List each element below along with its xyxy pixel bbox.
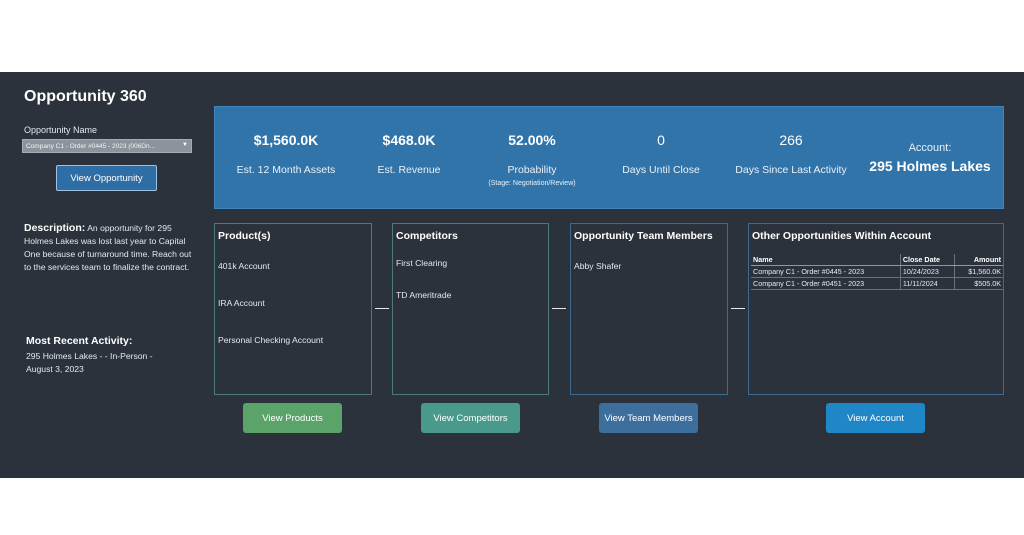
view-products-button[interactable]: View Products [243,403,342,433]
table-header-row: Name Close Date Amount [751,254,1003,266]
team-panel: Opportunity Team Members Abby Shafer [570,223,728,395]
competitors-panel: Competitors First Clearing TD Ameritrade [392,223,549,395]
kpi-days-until-close: 0 Days Until Close [599,107,723,210]
kpi-label: Est. Revenue [377,164,441,176]
opportunity-name-value: Company C1 - Order #0445 - 2023 (006Dn..… [26,142,155,150]
column-header-close-date: Close Date [900,254,956,266]
kpi-band: $1,560.0K Est. 12 Month Assets $468.0K E… [214,106,1004,209]
kpi-label: Days Since Last Activity [735,164,847,176]
description-label: Description: [24,222,86,234]
view-account-button[interactable]: View Account [826,403,925,433]
products-title: Product(s) [218,230,271,242]
kpi-label: Probability [507,164,557,176]
description: Description: An opportunity for 295 Holm… [24,222,196,274]
account-label: Account: [908,142,952,154]
other-opportunities-title: Other Opportunities Within Account [752,230,932,242]
cell-close-date: 10/24/2023 [900,265,956,278]
competitors-title: Competitors [396,230,458,242]
table-row[interactable]: Company C1 - Order #0445 - 2023 10/24/20… [751,265,1003,278]
connector-divider [375,308,389,309]
chevron-down-icon[interactable]: ▼ [182,142,188,148]
connector-divider [552,308,566,309]
cell-amount: $505.0K [954,277,1003,290]
other-opportunities-panel: Other Opportunities Within Account Name … [748,223,1004,395]
view-team-members-button[interactable]: View Team Members [599,403,698,433]
kpi-value: $468.0K [382,132,436,148]
column-header-name: Name [751,254,901,266]
table-row[interactable]: Company C1 - Order #0451 - 2023 11/11/20… [751,277,1003,290]
kpi-value: 0 [657,132,665,148]
recent-activity-text: 295 Holmes Lakes - - In-Person - August … [26,351,153,374]
dashboard: Opportunity 360 Opportunity Name Company… [0,72,1024,478]
view-opportunity-button[interactable]: View Opportunity [56,165,157,191]
list-item: TD Ameritrade [396,290,452,300]
list-item: First Clearing [396,258,448,268]
kpi-label: Est. 12 Month Assets [236,164,336,176]
view-competitors-button[interactable]: View Competitors [421,403,520,433]
other-opportunities-table: Name Close Date Amount Company C1 - Orde… [751,254,1003,290]
cell-amount: $1,560.0K [954,265,1003,278]
recent-activity-title: Most Recent Activity: [26,335,133,347]
cell-name: Company C1 - Order #0445 - 2023 [751,265,901,278]
opportunity-name-label: Opportunity Name [24,125,98,135]
kpi-value: $1,560.0K [253,132,319,148]
kpi-value: 266 [779,132,803,148]
kpi-days-since-activity: 266 Days Since Last Activity [720,107,862,210]
opportunity-name-dropdown[interactable]: Company C1 - Order #0445 - 2023 (006Dn..… [22,139,192,153]
account-name: 295 Holmes Lakes [869,158,991,174]
kpi-sublabel: (Stage: Negotiation/Review) [488,180,576,187]
list-item: Personal Checking Account [218,335,324,345]
column-header-amount: Amount [954,254,1003,266]
team-title: Opportunity Team Members [574,230,713,242]
kpi-probability: 52.00% Probability (Stage: Negotiation/R… [467,107,597,210]
cell-close-date: 11/11/2024 [900,277,956,290]
cell-name: Company C1 - Order #0451 - 2023 [751,277,901,290]
list-item: 401k Account [218,261,270,271]
kpi-value: 52.00% [508,132,556,148]
kpi-est-assets: $1,560.0K Est. 12 Month Assets [215,107,357,210]
kpi-label: Days Until Close [622,164,700,176]
products-panel: Product(s) 401k Account IRA Account Pers… [214,223,372,395]
list-item: IRA Account [218,298,265,308]
kpi-est-revenue: $468.0K Est. Revenue [346,107,472,210]
page-title: Opportunity 360 [24,88,147,105]
connector-divider [731,308,745,309]
list-item: Abby Shafer [574,261,622,271]
